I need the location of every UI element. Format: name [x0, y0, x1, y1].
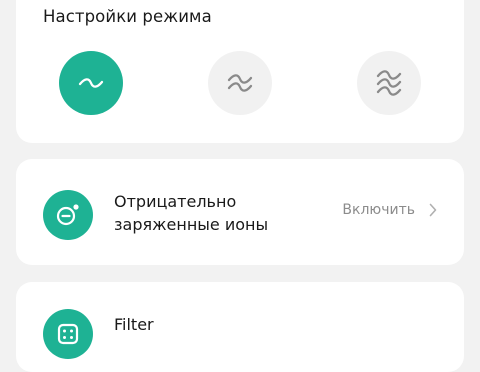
mode-high-button[interactable]	[357, 51, 421, 115]
negative-ions-card[interactable]: Отрицательно заряженные ионы Включить	[16, 159, 464, 265]
enable-ions-label: Включить	[342, 202, 415, 218]
mode-medium-button[interactable]	[208, 51, 272, 115]
filter-card[interactable]: Filter	[16, 282, 464, 372]
negative-ion-icon	[43, 190, 93, 240]
filter-icon	[43, 309, 93, 359]
mode-settings-title: Настройки режима	[43, 7, 212, 26]
negative-ions-title-line2: заряженные ионы	[114, 215, 269, 234]
mode-low-button[interactable]	[59, 51, 123, 115]
filter-title: Filter	[114, 315, 154, 334]
negative-ions-title-line1: Отрицательно	[114, 192, 237, 211]
chevron-right-icon	[429, 203, 437, 217]
wave-medium-icon	[227, 74, 253, 92]
wave-low-icon	[78, 78, 104, 88]
negative-ions-title: Отрицательно заряженные ионы	[114, 190, 268, 236]
mode-settings-card: Настройки режима	[16, 0, 464, 143]
wave-high-icon	[376, 70, 402, 96]
enable-ions-button[interactable]: Включить	[342, 202, 437, 218]
